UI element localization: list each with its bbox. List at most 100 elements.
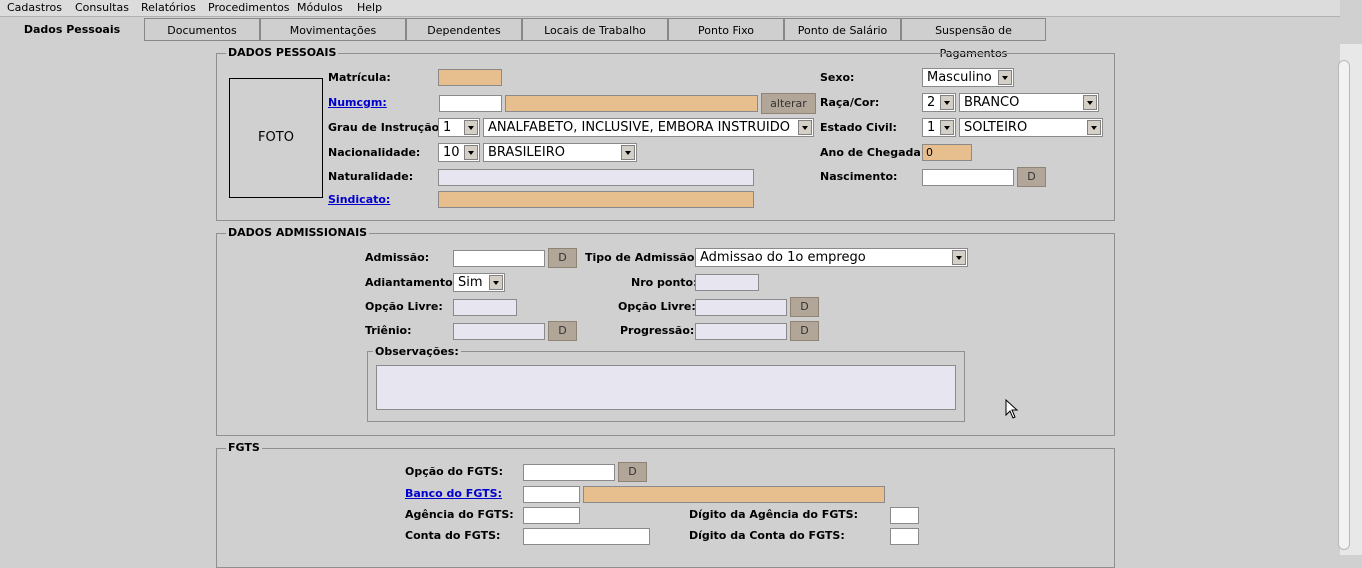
digito-conta-fgts-field[interactable] — [890, 528, 919, 545]
chevron-down-icon — [464, 120, 478, 135]
admissao-date-button[interactable]: D — [548, 248, 577, 268]
nascimento-field[interactable] — [922, 169, 1014, 186]
tipo-admissao-select[interactable]: Admissao do 1o emprego — [695, 248, 968, 267]
conta-fgts-label: Conta do FGTS: — [405, 529, 501, 542]
opcao-livre-date-button[interactable]: D — [790, 297, 819, 317]
grau-instrucao-code-select[interactable]: 1 — [438, 118, 480, 137]
opcao-livre-field-2[interactable] — [695, 299, 787, 316]
grau-instrucao-label: Grau de Instrução: — [328, 121, 444, 134]
numcgm-name-field[interactable] — [505, 95, 758, 112]
nascimento-label: Nascimento: — [820, 170, 898, 183]
nacionalidade-select[interactable]: BRASILEIRO — [483, 143, 637, 162]
opcao-fgts-date-button[interactable]: D — [618, 462, 647, 482]
tab-movimentacoes[interactable]: Movimentações — [260, 18, 406, 41]
chevron-down-icon — [940, 120, 954, 135]
observacoes-textarea[interactable] — [376, 365, 956, 410]
matricula-label: Matrícula: — [328, 71, 391, 84]
menu-help[interactable]: Help — [357, 1, 382, 14]
nac-value: BRASILEIRO — [488, 145, 565, 160]
tab-ponto-fixo[interactable]: Ponto Fixo — [668, 18, 784, 41]
chevron-down-icon — [1087, 120, 1101, 135]
digito-conta-fgts-label: Dígito da Conta do FGTS: — [689, 529, 845, 542]
estado-civil-label: Estado Civil: — [820, 121, 897, 134]
progressao-label: Progressão: — [620, 324, 695, 337]
banco-fgts-field[interactable] — [523, 486, 580, 503]
menu-cadastros[interactable]: Cadastros — [7, 1, 62, 14]
sindicato-field[interactable] — [438, 191, 754, 208]
chevron-down-icon — [1083, 95, 1097, 110]
opcao-fgts-field[interactable] — [523, 464, 615, 481]
chevron-down-icon — [940, 95, 954, 110]
progressao-date-button[interactable]: D — [790, 321, 819, 341]
admissao-field[interactable] — [453, 250, 545, 267]
nascimento-date-button[interactable]: D — [1017, 167, 1046, 187]
nacionalidade-label: Nacionalidade: — [328, 146, 421, 159]
ano-chegada-field[interactable]: 0 — [922, 144, 972, 161]
trienio-date-button[interactable]: D — [548, 321, 577, 341]
alterar-button[interactable]: alterar — [761, 93, 816, 114]
opcao-livre-label-2: Opção Livre: — [618, 300, 696, 313]
trienio-label: Triênio: — [365, 324, 412, 337]
estado-civil-code-select[interactable]: 1 — [922, 118, 956, 137]
tab-ponto-de-salario[interactable]: Ponto de Salário — [784, 18, 901, 41]
mouse-cursor-icon — [1005, 399, 1019, 419]
chevron-down-icon — [621, 145, 635, 160]
trienio-field[interactable] — [453, 323, 545, 340]
conta-fgts-field[interactable] — [523, 528, 650, 545]
sexo-select[interactable]: Masculino — [922, 68, 1014, 87]
tab-dependentes[interactable]: Dependentes — [406, 18, 522, 41]
tab-suspensao-de-pagamentos[interactable]: Suspensão de Pagamentos — [901, 18, 1046, 60]
tipo-admissao-value: Admissao do 1o emprego — [700, 250, 866, 265]
grau-instrucao-select[interactable]: ANALFABETO, INCLUSIVE, EMBORA INSTRUIDO — [483, 118, 814, 137]
menu-relatorios[interactable]: Relatórios — [141, 1, 196, 14]
tab-locais-de-trabalho[interactable]: Locais de Trabalho — [522, 18, 668, 41]
menu-consultas[interactable]: Consultas — [75, 1, 129, 14]
ano-chegada-label: Ano de Chegada: — [820, 146, 926, 159]
nro-ponto-field[interactable] — [695, 274, 759, 291]
menu-procedimentos[interactable]: Procedimentos — [208, 1, 290, 14]
menu-bar: Cadastros Consultas Relatórios Procedime… — [0, 0, 1340, 17]
opcao-livre-label-1: Opção Livre: — [365, 300, 443, 313]
admissao-label: Admissão: — [365, 251, 430, 264]
sindicato-link[interactable]: Sindicato: — [328, 193, 390, 206]
adiantamento-select[interactable]: Sim — [453, 273, 505, 292]
opcao-fgts-label: Opção do FGTS: — [405, 465, 503, 478]
nac-code-value: 10 — [443, 145, 460, 160]
matricula-field[interactable] — [438, 69, 502, 86]
chevron-down-icon — [798, 120, 812, 135]
chevron-down-icon — [998, 70, 1012, 85]
naturalidade-label: Naturalidade: — [328, 170, 414, 183]
agencia-fgts-label: Agência do FGTS: — [405, 508, 514, 521]
scrollbar-thumb[interactable] — [1338, 60, 1350, 550]
sexo-label: Sexo: — [820, 71, 855, 84]
raca-cor-select[interactable]: BRANCO — [959, 93, 1099, 112]
fgts-fieldset — [216, 448, 1115, 568]
tab-documentos[interactable]: Documentos — [144, 18, 260, 41]
banco-fgts-link[interactable]: Banco do FGTS: — [405, 487, 502, 500]
sexo-value: Masculino — [927, 70, 992, 85]
grau-code-value: 1 — [443, 120, 452, 135]
adiantamento-label: Adiantamento: — [365, 276, 458, 289]
opcao-livre-field-1[interactable] — [453, 299, 517, 316]
nacionalidade-code-select[interactable]: 10 — [438, 143, 480, 162]
chevron-down-icon — [464, 145, 478, 160]
numcgm-field[interactable] — [439, 95, 502, 112]
menu-modulos[interactable]: Módulos — [297, 1, 343, 14]
tab-dados-pessoais[interactable]: Dados Pessoais — [0, 18, 144, 41]
estado-civil-select[interactable]: SOLTEIRO — [959, 118, 1103, 137]
raca-code-value: 2 — [927, 95, 936, 110]
foto-box[interactable]: FOTO — [229, 78, 323, 198]
raca-code-select[interactable]: 2 — [922, 93, 956, 112]
civil-code-value: 1 — [927, 120, 936, 135]
banco-fgts-name-field[interactable] — [583, 486, 885, 503]
progressao-field[interactable] — [695, 323, 787, 340]
adiantamento-value: Sim — [458, 275, 483, 290]
civil-value: SOLTEIRO — [964, 120, 1028, 135]
chevron-down-icon — [489, 275, 503, 290]
numcgm-link[interactable]: Numcgm: — [328, 96, 387, 109]
tipo-admissao-label: Tipo de Admissão: — [585, 251, 699, 264]
digito-agencia-fgts-field[interactable] — [890, 507, 919, 524]
raca-cor-label: Raça/Cor: — [820, 96, 880, 109]
agencia-fgts-field[interactable] — [523, 507, 580, 524]
naturalidade-field[interactable] — [438, 169, 754, 186]
